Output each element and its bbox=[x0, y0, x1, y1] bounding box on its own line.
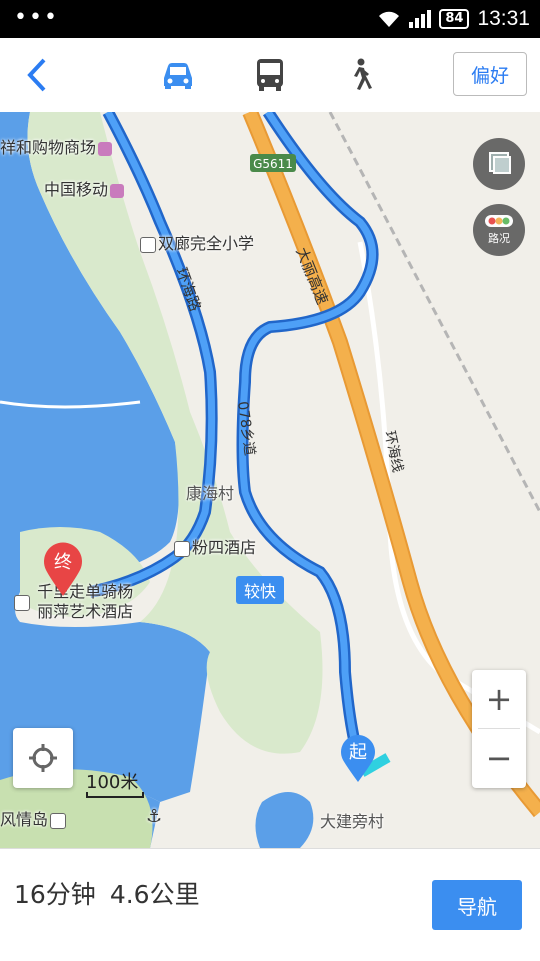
anchor-icon: ⚓ bbox=[146, 806, 163, 827]
poi-shopping-label: 祥和购物商场 bbox=[0, 138, 97, 157]
shopping-bag-icon bbox=[98, 141, 113, 156]
wifi-icon bbox=[379, 11, 400, 27]
bus-icon bbox=[257, 59, 283, 91]
poi-fengqing-island-label: 风情岛 bbox=[0, 810, 49, 829]
traffic-button[interactable]: 路况 bbox=[473, 204, 525, 256]
poi-fengqing-island[interactable]: 风情岛 bbox=[0, 806, 68, 830]
traffic-label: 路况 bbox=[488, 232, 510, 245]
battery-indicator: 84 bbox=[439, 9, 470, 29]
start-marker[interactable]: 起 bbox=[338, 734, 378, 784]
poi-fensi-hotel[interactable]: 粉四酒店 bbox=[172, 534, 256, 558]
scale-bar bbox=[86, 792, 144, 798]
pond-water bbox=[255, 792, 314, 848]
car-mode-tab[interactable] bbox=[158, 56, 198, 94]
school-icon bbox=[140, 236, 156, 253]
route-distance: 4.6公里 bbox=[109, 880, 200, 909]
end-marker[interactable]: 终 bbox=[40, 542, 86, 598]
bed-icon bbox=[14, 595, 30, 611]
scale-label: 100米 bbox=[86, 772, 139, 793]
highway-code: G5611 bbox=[253, 157, 293, 171]
layers-icon bbox=[489, 152, 511, 174]
status-bar: ••• 84 13:31 bbox=[0, 0, 540, 38]
bus-mode-tab[interactable] bbox=[250, 56, 290, 94]
shopping-bag-icon bbox=[110, 183, 125, 198]
car-icon bbox=[164, 63, 192, 89]
status-dots: ••• bbox=[14, 5, 59, 30]
locate-button[interactable] bbox=[13, 728, 73, 788]
preference-button[interactable]: 偏好 bbox=[453, 52, 527, 96]
map-canvas: G5611 环海路 大丽高速 078乡道 环海线 bbox=[0, 112, 540, 848]
faster-route-tag[interactable]: 较快 bbox=[236, 576, 284, 604]
poi-shopping[interactable]: 祥和购物商场 bbox=[0, 134, 114, 158]
zoom-in-button[interactable]: + bbox=[472, 670, 526, 728]
poi-school-label: 双廊完全小学 bbox=[158, 234, 255, 253]
walk-mode-tab[interactable] bbox=[340, 56, 380, 94]
zoom-out-button[interactable]: − bbox=[472, 729, 526, 787]
dali-highway-label: 大丽高速 bbox=[292, 245, 331, 307]
end-marker-label: 终 bbox=[54, 552, 72, 573]
navigate-button[interactable]: 导航 bbox=[432, 880, 522, 930]
route-mode-bar: 偏好 bbox=[0, 38, 540, 113]
poi-fensi-hotel-label: 粉四酒店 bbox=[192, 538, 257, 557]
kanghai-village-label: 康海村 bbox=[186, 484, 235, 503]
bed-icon bbox=[174, 540, 190, 557]
zoom-controls: + − bbox=[472, 670, 526, 788]
status-right: 84 13:31 bbox=[377, 0, 530, 38]
start-marker-label: 起 bbox=[349, 742, 367, 763]
status-clock: 13:31 bbox=[477, 7, 530, 30]
layers-button[interactable] bbox=[473, 138, 525, 190]
poi-china-mobile-label: 中国移动 bbox=[44, 180, 109, 199]
dest-hotel-line2: 丽萍艺术酒店 bbox=[37, 602, 134, 621]
back-chevron-icon bbox=[27, 58, 46, 92]
back-button[interactable] bbox=[22, 56, 56, 94]
huanhai-road-label: 环海路 bbox=[172, 265, 204, 313]
crosshair-icon bbox=[29, 744, 57, 772]
route-duration: 16分钟 bbox=[14, 880, 96, 909]
poi-school[interactable]: 双廊完全小学 bbox=[138, 230, 254, 254]
walk-icon bbox=[354, 58, 372, 90]
route-summary[interactable]: 16分钟 4.6公里 bbox=[14, 875, 214, 911]
traffic-light-icon bbox=[485, 215, 513, 227]
poi-china-mobile[interactable]: 中国移动 bbox=[44, 176, 126, 200]
signal-icon bbox=[409, 10, 432, 28]
temple-icon bbox=[50, 812, 67, 829]
dajianpang-village-label: 大建旁村 bbox=[320, 812, 385, 831]
map-view[interactable]: G5611 环海路 大丽高速 078乡道 环海线 祥和购物商场 中国移动 双廊完… bbox=[0, 112, 540, 848]
route-summary-panel: 16分钟 4.6公里 导航 bbox=[0, 848, 540, 961]
